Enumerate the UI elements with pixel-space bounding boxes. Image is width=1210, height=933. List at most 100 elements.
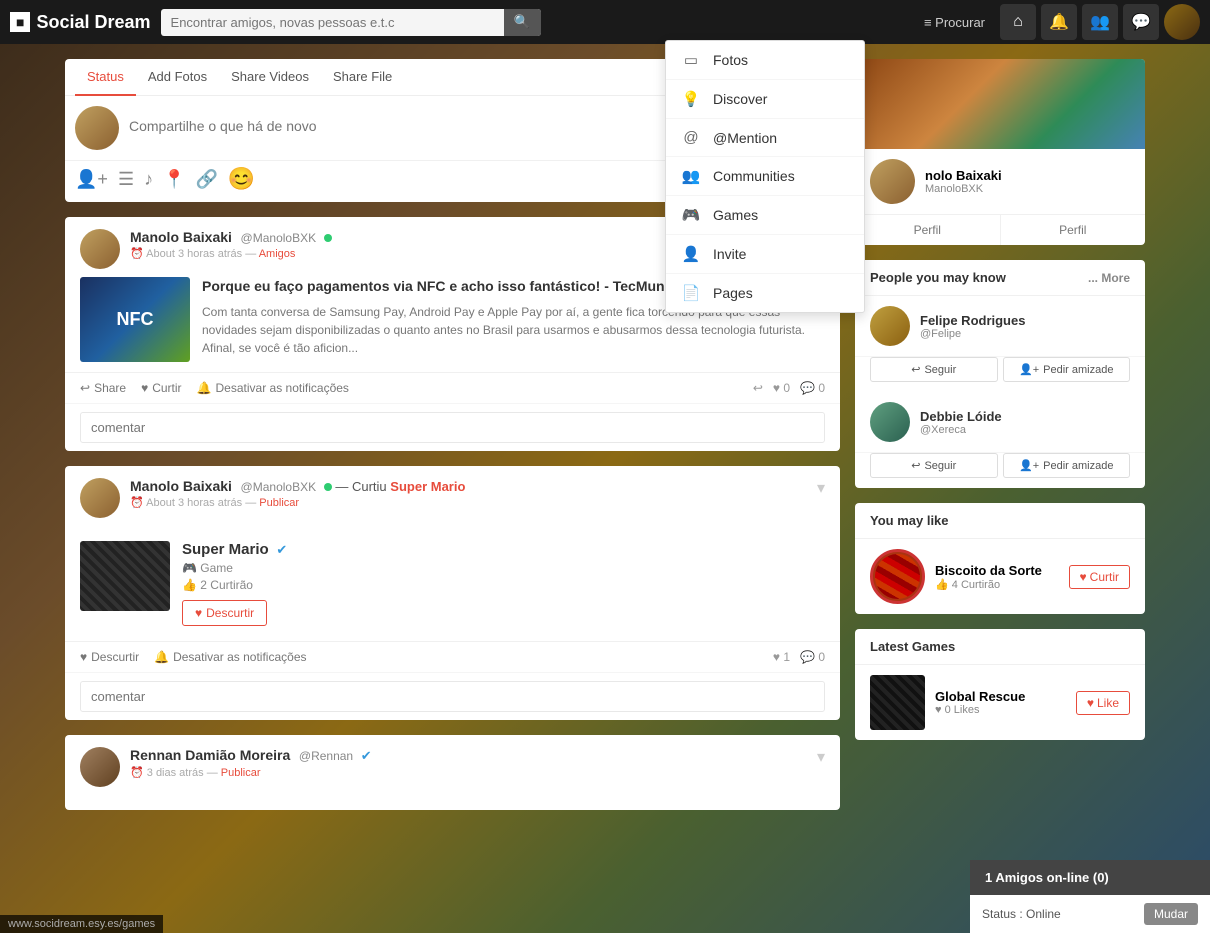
post-nfc-like[interactable]: ♥ Curtir — [141, 381, 181, 395]
post-mario-unlike[interactable]: ♥ Descurtir — [80, 650, 139, 664]
emoji-icon[interactable]: 😊 — [228, 166, 255, 192]
thumbs-icon: 👍 — [182, 578, 197, 592]
sidebar-avatar — [870, 159, 915, 204]
follow-debbie-btn[interactable]: ↩ Seguir — [870, 453, 998, 478]
post-mario-notify[interactable]: 🔔 Desativar as notificações — [154, 650, 306, 664]
brand-logo[interactable]: ■ Social Dream — [10, 12, 151, 33]
mario-type: 🎮 Game — [182, 561, 825, 575]
post-nfc-online-dot — [324, 234, 332, 242]
dropdown-item-fotos[interactable]: ▭ Fotos — [666, 41, 864, 80]
search-bar: 🔍 — [161, 9, 541, 36]
heart-game-icon: ♥ — [1087, 696, 1094, 710]
sidebar-profile-card: nolo Baixaki ManoloBXK Perfil Perfil — [855, 59, 1145, 245]
sidebar-games-card: Latest Games Global Rescue ♥ 0 Likes ♥ L… — [855, 629, 1145, 740]
share-icon: ↩ — [80, 381, 90, 395]
tab-share-videos[interactable]: Share Videos — [219, 59, 321, 96]
friend-debbie-btn[interactable]: 👤+ Pedir amizade — [1003, 453, 1131, 478]
like-card-header: You may like — [855, 503, 1145, 539]
dropdown-item-mention[interactable]: @ @Mention — [666, 119, 864, 157]
games-card-title: Latest Games — [870, 639, 955, 654]
profile-link-1[interactable]: Perfil — [855, 215, 1001, 245]
heart-like-icon: ♥ — [1080, 570, 1087, 584]
dropdown-item-discover[interactable]: 💡 Discover — [666, 80, 864, 119]
post-third-author[interactable]: Rennan Damião Moreira — [130, 747, 290, 763]
like-info: Biscoito da Sorte 👍 4 Curtirão — [935, 563, 1059, 591]
post-third-meta: Rennan Damião Moreira @Rennan ✔ ⏰ 3 dias… — [130, 747, 807, 779]
feed-area: Status Add Fotos Share Videos Share File… — [65, 59, 840, 825]
post-third-verified: ✔ — [361, 748, 372, 763]
post-nfc-likes-count: ♥ 0 — [773, 381, 790, 395]
sidebar-people-card: People you may know ... More Felipe Rodr… — [855, 260, 1145, 488]
mario-card: Super Mario ✔ 🎮 Game 👍 2 Curtirão ♥ Desc… — [65, 526, 840, 641]
post-third-dropdown-btn[interactable]: ▾ — [817, 747, 825, 767]
user-avatar[interactable] — [1164, 4, 1200, 40]
chat-change-button[interactable]: Mudar — [1144, 903, 1198, 925]
post-mario-dropdown-btn[interactable]: ▾ — [817, 478, 825, 498]
like-button[interactable]: ♥ Curtir — [1069, 565, 1130, 589]
chat-bar: 1 Amigos on-line (0) Status : Online Mud… — [970, 860, 1210, 933]
sidebar-like-card: You may like Biscoito da Sorte 👍 4 Curti… — [855, 503, 1145, 614]
profile-link-2[interactable]: Perfil — [1001, 215, 1146, 245]
post-nfc-comment-box — [65, 403, 840, 451]
procurar-label[interactable]: ≡ Procurar — [924, 15, 985, 30]
post-mario-meta: Manolo Baixaki @ManoloBXK — Curtiu Super… — [130, 478, 807, 509]
search-input[interactable] — [161, 9, 541, 36]
notifications-button[interactable]: 🔔 — [1041, 4, 1077, 40]
post-mario-comment-box — [65, 672, 840, 720]
post-third-time-link[interactable]: Publicar — [221, 767, 261, 779]
gamepad-icon: 🎮 — [182, 561, 197, 575]
discover-icon: 💡 — [681, 90, 701, 108]
post-mario-activity-link[interactable]: Super Mario — [390, 479, 465, 494]
post-nfc-thumb: NFC — [80, 277, 190, 362]
music-icon[interactable]: ♪ — [144, 169, 153, 190]
dropdown-games-label: Games — [713, 207, 758, 223]
like-name: Biscoito da Sorte — [935, 563, 1059, 578]
post-nfc-handle: @ManoloBXK — [241, 231, 317, 245]
dropdown-item-pages[interactable]: 📄 Pages — [666, 274, 864, 312]
post-mario-activity-text: — Curtiu — [335, 479, 386, 494]
tab-add-fotos[interactable]: Add Fotos — [136, 59, 219, 96]
person-felipe-name: Felipe Rodrigues — [920, 313, 1130, 328]
game-like-button[interactable]: ♥ Like — [1076, 691, 1130, 715]
games-icon: 🎮 — [681, 206, 701, 224]
post-mario-time-link[interactable]: Publicar — [259, 497, 299, 509]
search-button[interactable]: 🔍 — [504, 9, 541, 36]
post-mario-author[interactable]: Manolo Baixaki — [130, 478, 232, 494]
post-mario-comment-input[interactable] — [80, 681, 825, 712]
post-nfc-notify[interactable]: 🔔 Desativar as notificações — [197, 381, 349, 395]
person-debbie-info: Debbie Lóide @Xereca — [920, 409, 1130, 436]
link-icon[interactable]: 🔗 — [196, 169, 218, 190]
location-icon[interactable]: 📍 — [163, 169, 185, 190]
friend-icon: 👤+ — [1019, 363, 1039, 376]
statusbar: www.socidream.esy.es/games — [0, 915, 163, 933]
home-button[interactable]: ⌂ — [1000, 4, 1036, 40]
profile-sidebar-name: nolo Baixaki — [925, 168, 1002, 183]
post-nfc-author[interactable]: Manolo Baixaki — [130, 229, 232, 245]
main-container: Status Add Fotos Share Videos Share File… — [55, 59, 1155, 825]
people-button[interactable]: 👥 — [1082, 4, 1118, 40]
add-person-icon[interactable]: 👤+ — [75, 169, 108, 190]
dropdown-item-invite[interactable]: 👤 Invite — [666, 235, 864, 274]
mario-title[interactable]: Super Mario — [182, 541, 269, 558]
dropdown-item-communities[interactable]: 👥 Communities — [666, 157, 864, 196]
dropdown-fotos-label: Fotos — [713, 52, 748, 68]
statusbar-url: www.socidream.esy.es/games — [8, 918, 155, 930]
friend-felipe-btn[interactable]: 👤+ Pedir amizade — [1003, 357, 1131, 382]
list-icon[interactable]: ☰ — [118, 169, 134, 190]
follow-felipe-btn[interactable]: ↩ Seguir — [870, 357, 998, 382]
chat-button[interactable]: 💬 — [1123, 4, 1159, 40]
post-nfc-comment-input[interactable] — [80, 412, 825, 443]
tab-share-file[interactable]: Share File — [321, 59, 404, 96]
post-nfc-share[interactable]: ↩ Share — [80, 381, 126, 395]
person-debbie-handle: @Xereca — [920, 424, 1130, 436]
dropdown-invite-label: Invite — [713, 246, 746, 262]
game-thumb — [870, 675, 925, 730]
dropdown-item-games[interactable]: 🎮 Games — [666, 196, 864, 235]
people-more-link[interactable]: ... More — [1088, 271, 1130, 285]
tab-status[interactable]: Status — [75, 59, 136, 96]
dropdown-discover-label: Discover — [713, 91, 767, 107]
person-debbie-actions: ↩ Seguir 👤+ Pedir amizade — [855, 453, 1145, 488]
post-nfc-time-link[interactable]: Amigos — [259, 248, 296, 260]
sidebar: nolo Baixaki ManoloBXK Perfil Perfil Peo… — [855, 59, 1145, 825]
mario-uncurtir-btn[interactable]: ♥ Descurtir — [182, 600, 267, 626]
